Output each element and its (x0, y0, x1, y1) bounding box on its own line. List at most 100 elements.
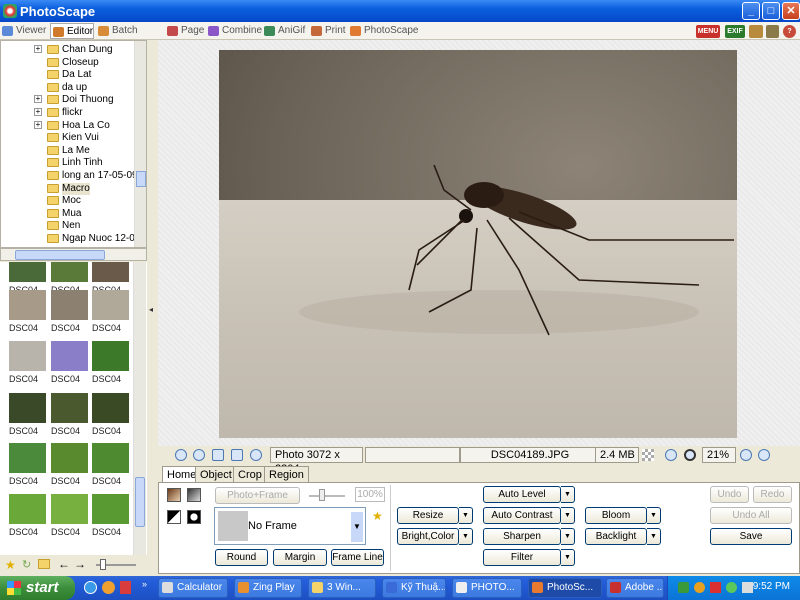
save-button[interactable]: Save (710, 528, 792, 545)
zoom-in-icon[interactable] (740, 449, 752, 461)
auto-contrast-button[interactable]: Auto Contrast (483, 507, 561, 524)
tree-folder[interactable]: Nen (1, 220, 134, 233)
tree-folder[interactable]: + Chan Dung (1, 44, 134, 57)
forward-arrow-icon[interactable]: → (74, 557, 86, 571)
thumbnail[interactable] (9, 262, 46, 282)
bright-color-dropdown-icon[interactable]: ▼ (459, 528, 473, 545)
ie-icon[interactable] (84, 581, 97, 594)
gradient-swatch-icon[interactable] (187, 488, 201, 502)
folder-icon[interactable] (38, 559, 50, 569)
backlight-dropdown-icon[interactable]: ▼ (647, 528, 661, 545)
window-icon[interactable] (766, 25, 779, 38)
filter-button[interactable]: Filter (483, 549, 561, 566)
thumb-scroll-thumb[interactable] (135, 477, 145, 527)
task-photo[interactable]: PHOTO... (452, 578, 522, 598)
thumbnail[interactable] (9, 443, 46, 473)
expand-icon[interactable]: + (34, 95, 42, 104)
zoom-fit-icon[interactable] (665, 449, 677, 461)
zoom-out-icon[interactable] (758, 449, 770, 461)
thumbnail[interactable] (92, 262, 129, 282)
filter-dropdown-icon[interactable]: ▼ (561, 549, 575, 566)
tray-icon[interactable] (678, 582, 689, 593)
tree-folder[interactable]: long an 17-05-09 (1, 170, 138, 183)
tree-scroll-thumb[interactable] (136, 171, 146, 187)
frame-dropdown[interactable]: No Frame ▼ (214, 507, 366, 545)
tray-icon-3[interactable] (710, 582, 721, 593)
redo-button[interactable]: Redo (753, 486, 792, 503)
task-adobe[interactable]: Adobe ... (606, 578, 664, 598)
quicklaunch-icon[interactable] (102, 581, 115, 594)
thumbnail[interactable] (92, 290, 129, 320)
tab-photoscape[interactable]: PhotoScape (348, 23, 419, 39)
tree-folder[interactable]: Kien Vui (1, 132, 134, 145)
thumbnail[interactable] (9, 393, 46, 423)
task-explorer[interactable]: 3 Win... (308, 578, 376, 598)
refresh-icon[interactable]: ↻ (22, 558, 31, 571)
backlight-button[interactable]: Backlight (585, 528, 647, 545)
thumbnail[interactable] (92, 443, 129, 473)
tab-combine[interactable]: Combine (206, 23, 262, 39)
opacity-value[interactable]: 100% (355, 487, 385, 502)
minimize-button[interactable]: _ (742, 2, 760, 20)
tree-folder[interactable]: Closeup (1, 57, 134, 70)
photo-image[interactable] (219, 50, 737, 438)
folder-tree[interactable]: + Chan Dung Closeup Da Lat da up + Doi Thuong +… (0, 40, 147, 248)
tray-icon-2[interactable] (694, 582, 705, 593)
chevron-down-icon[interactable]: ▼ (351, 512, 363, 542)
task-calculator[interactable]: Calculator (158, 578, 228, 598)
auto-level-button[interactable]: Auto Level (483, 486, 561, 503)
undo-all-button[interactable]: Undo All (710, 507, 792, 524)
task-photoscape[interactable]: PhotoSc... (528, 578, 602, 598)
thumbnail[interactable] (51, 290, 88, 320)
rotate-left-icon[interactable] (175, 449, 187, 461)
expand-icon[interactable]: + (34, 108, 42, 116)
margin-button[interactable]: Margin (273, 549, 327, 566)
task-word[interactable]: Kỹ Thuậ... (382, 578, 446, 598)
flip-horizontal-icon[interactable] (212, 449, 224, 461)
tree-folder[interactable]: La Me (1, 145, 134, 158)
exif-button[interactable]: EXIF (725, 25, 745, 38)
auto-level-dropdown-icon[interactable]: ▼ (561, 486, 575, 503)
thumbnail[interactable] (9, 494, 46, 524)
tree-folder[interactable]: Da Lat (1, 69, 134, 82)
tree-folder[interactable]: Macro (1, 182, 134, 196)
photo-frame-button[interactable]: Photo+Frame (215, 487, 300, 504)
thumb-scrollbar[interactable] (133, 262, 146, 555)
rotate-free-icon[interactable] (250, 449, 262, 461)
tree-folder[interactable]: + flickr (1, 107, 134, 120)
bw-swatch-icon[interactable] (167, 510, 181, 524)
tab-viewer[interactable]: Viewer (0, 23, 48, 39)
sharpen-dropdown-icon[interactable]: ▼ (561, 528, 575, 545)
back-arrow-icon[interactable]: ← (58, 557, 70, 571)
opacity-slider[interactable] (309, 495, 345, 497)
thumbnail[interactable] (51, 341, 88, 371)
tree-folder[interactable]: Moc (1, 195, 134, 208)
thumbnail[interactable] (92, 494, 129, 524)
close-button[interactable]: ✕ (782, 2, 800, 20)
tab-page[interactable]: Page (165, 23, 204, 39)
tree-scrollbar[interactable] (134, 41, 146, 247)
tab-region[interactable]: Region (264, 466, 309, 483)
tab-batch-editor[interactable]: Batch Editor (96, 23, 162, 52)
tree-folder[interactable]: + Hoa La Co (1, 120, 134, 133)
bloom-button[interactable]: Bloom (585, 507, 647, 524)
start-button[interactable]: start (0, 576, 75, 600)
tab-crop[interactable]: Crop (233, 466, 267, 483)
tree-hscroll-thumb[interactable] (15, 250, 105, 260)
vignette-swatch-icon[interactable] (187, 510, 201, 524)
background-toggle-icon[interactable] (642, 449, 654, 461)
tree-folder[interactable]: Ngap Nuoc 12-0 (1, 233, 135, 246)
menu-button[interactable]: MENU (696, 25, 720, 38)
volume-icon[interactable] (742, 582, 753, 593)
collapse-arrow-icon[interactable]: ◂ (149, 305, 153, 314)
rotate-right-icon[interactable] (193, 449, 205, 461)
thumbnail[interactable] (9, 341, 46, 371)
thumbnail[interactable] (92, 341, 129, 371)
maximize-button[interactable]: □ (762, 2, 780, 20)
help-icon[interactable]: ? (783, 25, 796, 38)
thumbnail-grid[interactable]: DSC04 DSC04 DSC04 DSC04 DSC04 DSC04 DSC04 DSC04… (0, 262, 147, 555)
thumbnail[interactable] (9, 290, 46, 320)
tree-folder[interactable]: da up (1, 82, 134, 95)
thumbnail[interactable] (51, 393, 88, 423)
resize-button[interactable]: Resize (397, 507, 459, 524)
